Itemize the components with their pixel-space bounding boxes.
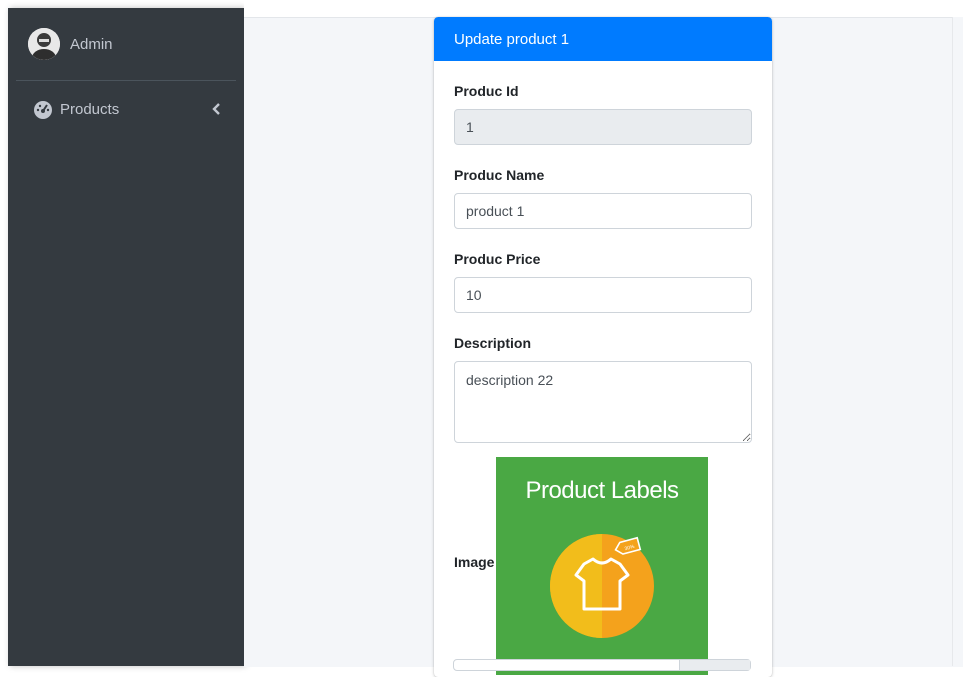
- chevron-left-icon[interactable]: [212, 102, 222, 116]
- card-title: Update product 1: [434, 17, 772, 61]
- user-name[interactable]: Admin: [70, 36, 113, 53]
- sidebar-item-products[interactable]: Products: [16, 89, 236, 129]
- image-file-input[interactable]: [453, 659, 751, 671]
- product-image: Product Labels 30%: [496, 457, 708, 675]
- product-price-label: Produc Price: [454, 251, 541, 267]
- scrollbar-track[interactable]: [952, 17, 963, 666]
- product-name-label: Produc Name: [454, 167, 545, 183]
- update-product-card: Update product 1 Produc Id Produc Name P…: [434, 17, 772, 677]
- user-avatar-icon: [28, 28, 60, 60]
- dashboard-gauge-icon: [34, 101, 52, 119]
- left-gutter: [0, 0, 8, 666]
- product-id-label: Produc Id: [454, 83, 519, 99]
- user-panel[interactable]: Admin: [16, 8, 236, 81]
- image-row: Image Product Labels 30%: [454, 457, 752, 677]
- top-navbar: [244, 0, 963, 17]
- product-name-input[interactable]: [454, 193, 752, 229]
- product-price-input[interactable]: [454, 277, 752, 313]
- product-id-input[interactable]: [454, 109, 752, 145]
- description-label: Description: [454, 335, 532, 351]
- tshirt-badge-icon: 30%: [550, 534, 654, 638]
- description-textarea[interactable]: description 22: [454, 361, 752, 443]
- product-form: Produc Id Produc Name Produc Price Descr…: [434, 83, 772, 677]
- browse-button[interactable]: [679, 660, 750, 670]
- image-label: Image: [454, 554, 495, 570]
- sidebar: Admin Products: [8, 8, 244, 666]
- avatar[interactable]: [28, 28, 60, 60]
- sidebar-item-label: Products: [60, 100, 120, 118]
